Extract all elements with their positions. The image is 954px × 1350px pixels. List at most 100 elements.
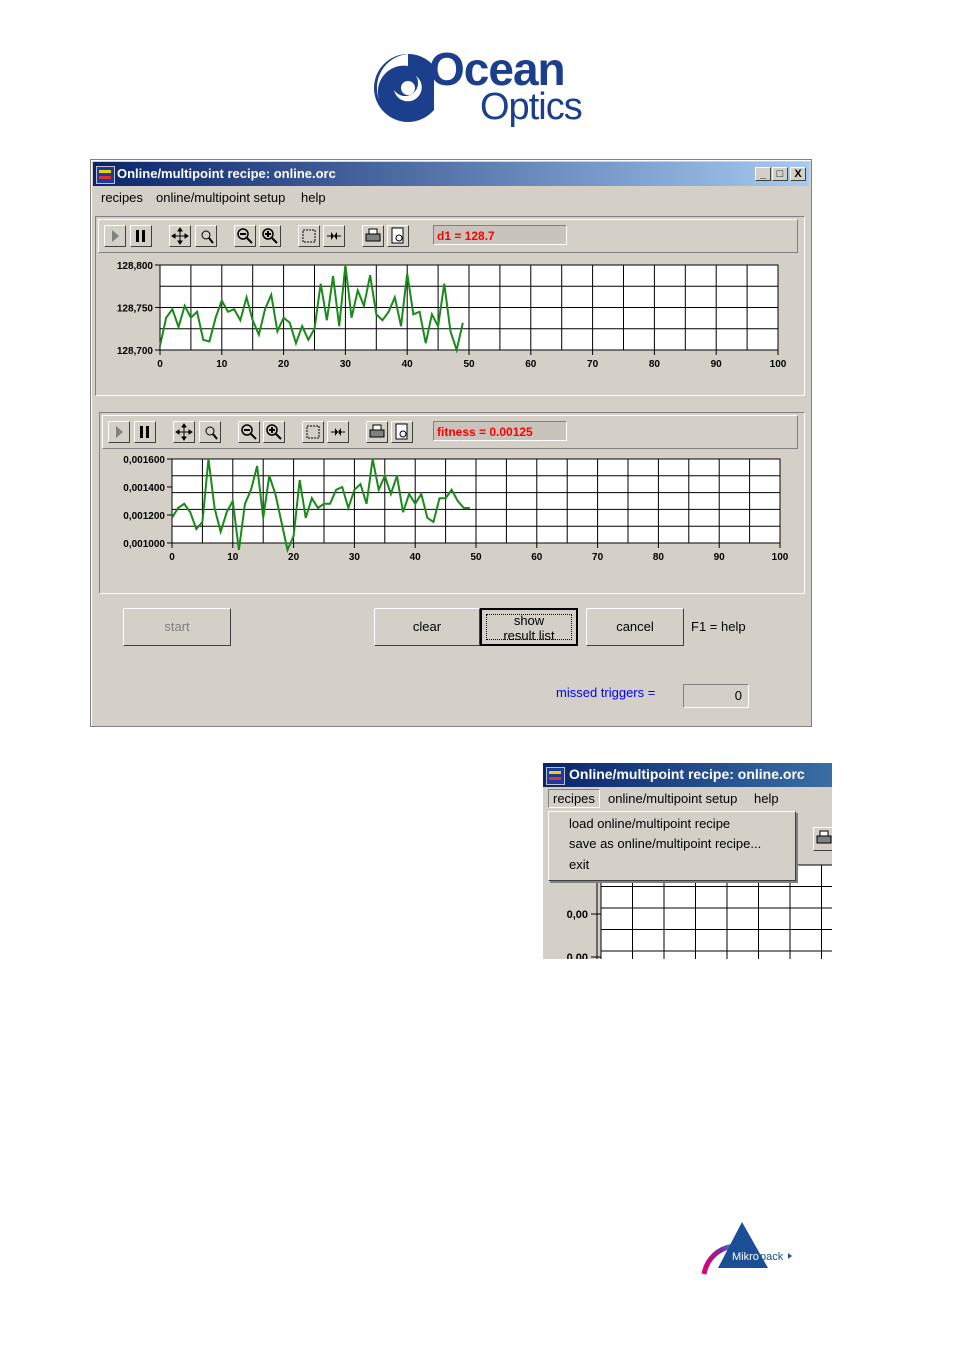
play-icon (116, 426, 123, 438)
y-tick-label: 0,00 (567, 952, 588, 959)
menu-recipes[interactable]: recipes (101, 190, 143, 205)
x-tick-label: 70 (592, 552, 604, 563)
svg-text:Mikro: Mikro (732, 1251, 759, 1263)
zoom-in-icon (262, 228, 278, 244)
select-region-icon (302, 229, 316, 243)
zoom-in-icon (266, 424, 282, 440)
f1-help-hint: F1 = help (691, 619, 746, 634)
fit-arrows-icon (327, 232, 341, 240)
x-tick-label: 0 (157, 359, 163, 370)
move-icon (175, 423, 193, 441)
zoom-in-button[interactable] (259, 225, 281, 247)
print-preview-icon (391, 227, 404, 244)
close-button[interactable]: X (790, 167, 806, 181)
menu-item-exit[interactable]: exit (569, 857, 589, 872)
fitness-readout: fitness = 0.00125 (433, 421, 567, 441)
x-tick-label: 60 (525, 359, 537, 370)
y-tick-label: 0,001200 (123, 511, 165, 522)
zoom-cursor-button-2[interactable] (199, 421, 221, 443)
chart-panel-1: d1 = 128.7 0 10 20 30 40 50 60 70 80 90 100 128,800… (95, 216, 805, 396)
x-tick-label: 90 (714, 552, 726, 563)
chart-toolbar-1: d1 = 128.7 (98, 219, 798, 253)
x-tick-label: 60 (531, 552, 543, 563)
print-button-2[interactable] (366, 421, 388, 443)
x-tick-label: 40 (402, 359, 414, 370)
d1-chart: 0 10 20 30 40 50 60 70 80 90 100 128,800 128,750 128,… (117, 261, 787, 370)
chart-toolbar-2: fitness = 0.00125 (102, 415, 798, 449)
printer-icon (365, 228, 381, 242)
app-icon (96, 166, 115, 184)
pause-button-2[interactable] (134, 421, 156, 443)
start-button[interactable]: start (123, 608, 231, 646)
pause-icon (140, 426, 149, 438)
y-tick-label: 0,001400 (123, 483, 165, 494)
play-button-2[interactable] (108, 421, 130, 443)
menu-shot-help[interactable]: help (754, 791, 779, 806)
x-tick-label: 90 (711, 359, 723, 370)
menu-bar: recipes online/multipoint setup help (93, 187, 809, 207)
app-icon (546, 767, 565, 785)
y-tick-label: 0,00 (567, 909, 588, 921)
title-bar: Online/multipoint recipe: online.orc _ □… (93, 162, 809, 186)
fit-button-2[interactable] (327, 421, 349, 443)
x-tick-label: 10 (216, 359, 228, 370)
fit-button[interactable] (323, 225, 345, 247)
recipes-menu-screenshot: Online/multipoint recipe: online.orc rec… (543, 763, 832, 959)
menu-shot-recipes[interactable]: recipes (548, 789, 600, 808)
menu-item-save-as[interactable]: save as online/multipoint recipe... (569, 836, 761, 851)
pan-button[interactable] (169, 225, 191, 247)
y-tick-label: 128,750 (117, 304, 154, 315)
zoom-in-button-2[interactable] (263, 421, 285, 443)
x-tick-label: 100 (772, 552, 789, 563)
print-button-partial[interactable] (813, 827, 832, 851)
cancel-button[interactable]: cancel (586, 608, 684, 646)
x-tick-label: 80 (649, 359, 661, 370)
select-region-button-2[interactable] (302, 421, 324, 443)
logo-word-optics: Optics (480, 86, 583, 128)
minimize-button[interactable]: _ (755, 167, 771, 181)
x-tick-label: 50 (470, 552, 482, 563)
clear-button[interactable]: clear (374, 608, 480, 646)
missed-triggers-field: 0 (683, 684, 749, 708)
pan-button-2[interactable] (173, 421, 195, 443)
print-button[interactable] (362, 225, 384, 247)
print-preview-button-2[interactable] (391, 421, 413, 443)
x-tick-label: 0 (169, 552, 175, 563)
menu-shot-title: Online/multipoint recipe: online.orc (569, 766, 805, 782)
svg-text:pack: pack (760, 1251, 784, 1263)
chart-panel-2: fitness = 0.00125 0 10 20 30 40 50 60 70 80 90 100… (99, 412, 805, 594)
zoom-out-button[interactable] (234, 225, 256, 247)
x-tick-label: 20 (278, 359, 290, 370)
menu-help[interactable]: help (301, 190, 326, 205)
y-tick-label: 128,700 (117, 346, 154, 357)
x-tick-label: 30 (340, 359, 352, 370)
menu-shot-title-bar: Online/multipoint recipe: online.orc (543, 763, 832, 787)
print-preview-button[interactable] (387, 225, 409, 247)
x-tick-label: 10 (227, 552, 239, 563)
select-region-icon (306, 425, 320, 439)
fitness-chart: 0 10 20 30 40 50 60 70 80 90 100 0,001600 0,001400 0,… (123, 455, 789, 563)
x-tick-label: 20 (288, 552, 300, 563)
menu-shot-setup[interactable]: online/multipoint setup (608, 791, 737, 806)
zoom-cursor-button[interactable] (195, 225, 217, 247)
menu-item-load[interactable]: load online/multipoint recipe (569, 816, 730, 831)
printer-icon (369, 424, 385, 438)
zoom-out-button-2[interactable] (238, 421, 260, 443)
y-tick-label: 0,001000 (123, 539, 165, 550)
x-tick-label: 30 (349, 552, 361, 563)
menu-setup[interactable]: online/multipoint setup (156, 190, 285, 205)
window-title: Online/multipoint recipe: online.orc (117, 166, 336, 181)
zoom-out-icon (237, 228, 253, 244)
x-tick-label: 50 (463, 359, 475, 370)
select-region-button[interactable] (298, 225, 320, 247)
y-tick-label: 0,001600 (123, 455, 165, 466)
recipe-window: Online/multipoint recipe: online.orc _ □… (90, 159, 812, 727)
show-result-list-button[interactable]: show result list (480, 608, 578, 646)
swirl-logo-icon (374, 54, 434, 122)
print-preview-icon (395, 423, 408, 440)
maximize-button[interactable]: □ (772, 167, 788, 181)
y-tick-label: 128,800 (117, 261, 154, 272)
pause-button[interactable] (130, 225, 152, 247)
play-button[interactable] (104, 225, 126, 247)
x-tick-label: 70 (587, 359, 599, 370)
